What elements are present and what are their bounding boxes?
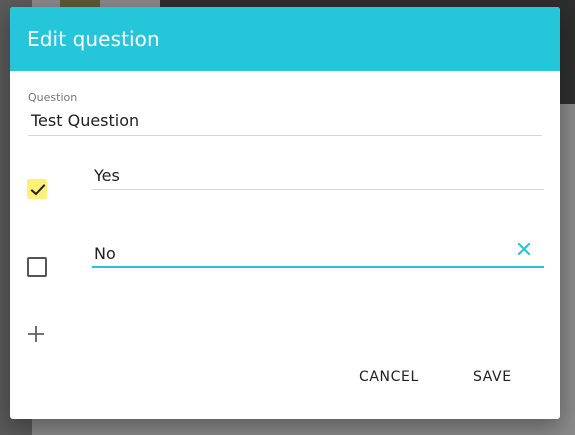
dialog-header: Edit question [10, 7, 560, 71]
close-icon [517, 242, 531, 256]
answer-no-checkbox[interactable] [27, 257, 47, 277]
check-icon [30, 184, 46, 196]
dialog-title: Edit question [27, 27, 160, 51]
answer-no-input[interactable]: No [94, 244, 116, 263]
answer-yes-input[interactable]: Yes [94, 166, 120, 185]
answer-no-underline [92, 266, 544, 268]
plus-icon [28, 326, 44, 342]
question-label: Question [28, 91, 78, 104]
add-answer-button[interactable] [26, 324, 46, 344]
clear-answer-button[interactable] [515, 240, 533, 258]
answer-yes-checkbox[interactable] [27, 179, 47, 199]
edit-question-dialog: Edit question Question Test Question Yes… [10, 7, 560, 419]
question-underline [28, 135, 542, 136]
answer-yes-underline [92, 189, 544, 190]
cancel-button[interactable]: CANCEL [359, 369, 419, 385]
save-button[interactable]: SAVE [473, 369, 512, 385]
question-input[interactable]: Test Question [31, 111, 531, 130]
